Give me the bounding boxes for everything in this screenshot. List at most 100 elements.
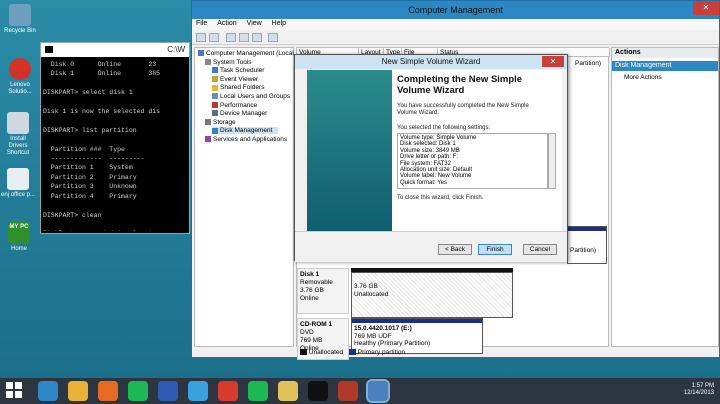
tree-item-label: Event Viewer [220, 75, 259, 83]
properties-icon[interactable] [239, 33, 249, 42]
ie-icon[interactable] [38, 381, 58, 401]
wizard-title-bar[interactable]: New Simple Volume Wizard [295, 55, 567, 69]
disk-1-label[interactable]: Disk 1 Removable 3.76 GB Online [297, 268, 349, 314]
lenovo-icon [9, 58, 31, 80]
desktop-icon-lenovo[interactable]: Lenovo Solutio... [2, 58, 38, 96]
legend-primary-swatch [348, 349, 356, 356]
action-more-actions[interactable]: More Actions [624, 74, 662, 81]
finish-button[interactable]: Finish [478, 244, 512, 255]
cmd-icon[interactable] [308, 381, 328, 401]
navigation-tree: Computer Management (Local System Tools Ta… [194, 47, 294, 347]
tree-item[interactable]: Performance [212, 102, 257, 109]
tree-item[interactable]: Shared Folders [212, 84, 264, 91]
menu-file[interactable]: File [192, 19, 211, 28]
photoshop-icon[interactable] [158, 381, 178, 401]
close-icon[interactable]: ✕ [693, 1, 719, 15]
actions-pane: Actions Disk Management More Actions [611, 47, 719, 347]
console-output[interactable]: Disk 0 Online 23 Disk 1 Online 385 DISKP… [43, 60, 187, 231]
menu-help[interactable]: Help [268, 19, 290, 28]
settings-scrollbar[interactable] [548, 133, 556, 189]
spotify-icon[interactable] [128, 381, 148, 401]
console-line: Disk 1 is now the selected dis [43, 108, 161, 116]
view-icon[interactable] [268, 33, 278, 42]
wizard-heading: Completing the New Simple Volume Wizard [397, 74, 523, 96]
clock-icon [212, 67, 218, 74]
system-clock[interactable]: 1:57 PM 12/14/2013 [684, 383, 714, 397]
desktop-icon-recycle-bin[interactable]: Recycle Bin [2, 4, 38, 35]
event-icon [212, 76, 218, 83]
tree-item[interactable]: Services and Applications [205, 136, 287, 143]
legend-unallocated-swatch [300, 349, 307, 356]
up-folder-icon[interactable] [226, 33, 236, 42]
tree-item[interactable]: System Tools [205, 59, 252, 66]
disk-1-unallocated-partition[interactable]: 3.76 GB Unallocated [351, 268, 513, 318]
console-title-bar[interactable]: C:\W [41, 43, 189, 57]
window-title-bar[interactable]: Computer Management [192, 1, 719, 19]
partition-block[interactable]: Partition) [567, 226, 607, 264]
computer-management-icon[interactable] [366, 379, 390, 403]
messenger-icon[interactable] [188, 381, 208, 401]
tree-item[interactable]: Event Viewer [212, 76, 258, 83]
menu-action[interactable]: Action [213, 19, 240, 28]
disk-legend: Unallocated Primary partition [296, 349, 609, 358]
explorer-icon[interactable] [278, 381, 298, 401]
gmail-icon[interactable] [218, 381, 238, 401]
firefox-icon[interactable] [98, 381, 118, 401]
tree-item-label: Performance [220, 101, 258, 109]
desktop-icon-install-drivers[interactable]: Install Drivers Shortcut [0, 112, 36, 157]
action-disk-management[interactable]: Disk Management [612, 61, 718, 71]
new-simple-volume-wizard[interactable]: New Simple Volume Wizard ✕ Completing th… [294, 54, 568, 262]
help-icon[interactable] [252, 33, 262, 42]
tools-icon [205, 58, 211, 65]
back-arrow-icon[interactable] [196, 33, 206, 42]
tree-item-label: Storage [213, 118, 236, 126]
desktop-icon-office[interactable]: enj office p... [0, 168, 36, 199]
close-icon[interactable]: ✕ [542, 56, 564, 67]
my-pc-icon: MY PC [8, 222, 30, 244]
services-icon [205, 136, 211, 143]
console-line: ------------- --------- [43, 155, 145, 163]
back-button[interactable]: < Back [438, 244, 472, 255]
start-icon[interactable] [6, 382, 22, 398]
cmd-icon [45, 46, 53, 54]
console-line: DISKPART> clean [43, 211, 102, 219]
tree-item-label: Local Users and Groups [220, 93, 291, 100]
wizard-intro: You have successfully completed the New … [397, 103, 529, 117]
diskpart-console-window[interactable]: C:\W Disk 0 Online 23 Disk 1 Online 385 … [40, 42, 190, 234]
wizard-content: Completing the New Simple Volume Wizard … [392, 70, 562, 231]
tree-item[interactable]: Disk Management [212, 127, 279, 135]
tree-item[interactable]: Computer Management (Local [198, 50, 294, 57]
tree-item-label: Device Manager [220, 110, 268, 118]
console-line: DISKPART> select disk 1 [43, 89, 133, 97]
console-line: DISKPART> list partition [43, 126, 137, 134]
primary-partition-bar [568, 227, 606, 231]
actions-header: Actions [612, 48, 718, 58]
performance-icon [212, 101, 218, 108]
chrome-icon[interactable] [68, 381, 88, 401]
menu-bar: File Action View Help [192, 19, 719, 30]
tree-item-label: Shared Folders [220, 84, 265, 92]
tree-item-label: Disk Management [220, 127, 273, 135]
tree-item-label: Task Scheduler [220, 67, 265, 75]
filezilla-icon[interactable] [338, 381, 358, 401]
disk-icon [212, 127, 218, 134]
tree-item[interactable]: Device Manager [212, 110, 267, 117]
drivers-icon [7, 112, 29, 134]
desktop-icon-home[interactable]: MY PC Home [1, 222, 37, 253]
settings-list[interactable]: Volume type: Simple Volume Disk selected:… [397, 133, 548, 189]
tree-item[interactable]: Storage [205, 119, 236, 126]
console-line: Partition 3 Unknown [43, 183, 137, 191]
console-line: Partition 1 System [43, 164, 133, 172]
tree-item[interactable]: Task Scheduler [212, 67, 264, 74]
folder-icon [212, 84, 218, 91]
office-icon [7, 168, 29, 190]
forward-arrow-icon[interactable] [209, 33, 219, 42]
tree-item[interactable]: Local Users and Groups [212, 93, 290, 100]
device-icon [212, 110, 218, 117]
wizard-side-graphic [307, 70, 392, 231]
cancel-button[interactable]: Cancel [523, 244, 557, 255]
spotify-icon[interactable] [248, 381, 268, 401]
menu-view[interactable]: View [243, 19, 266, 28]
